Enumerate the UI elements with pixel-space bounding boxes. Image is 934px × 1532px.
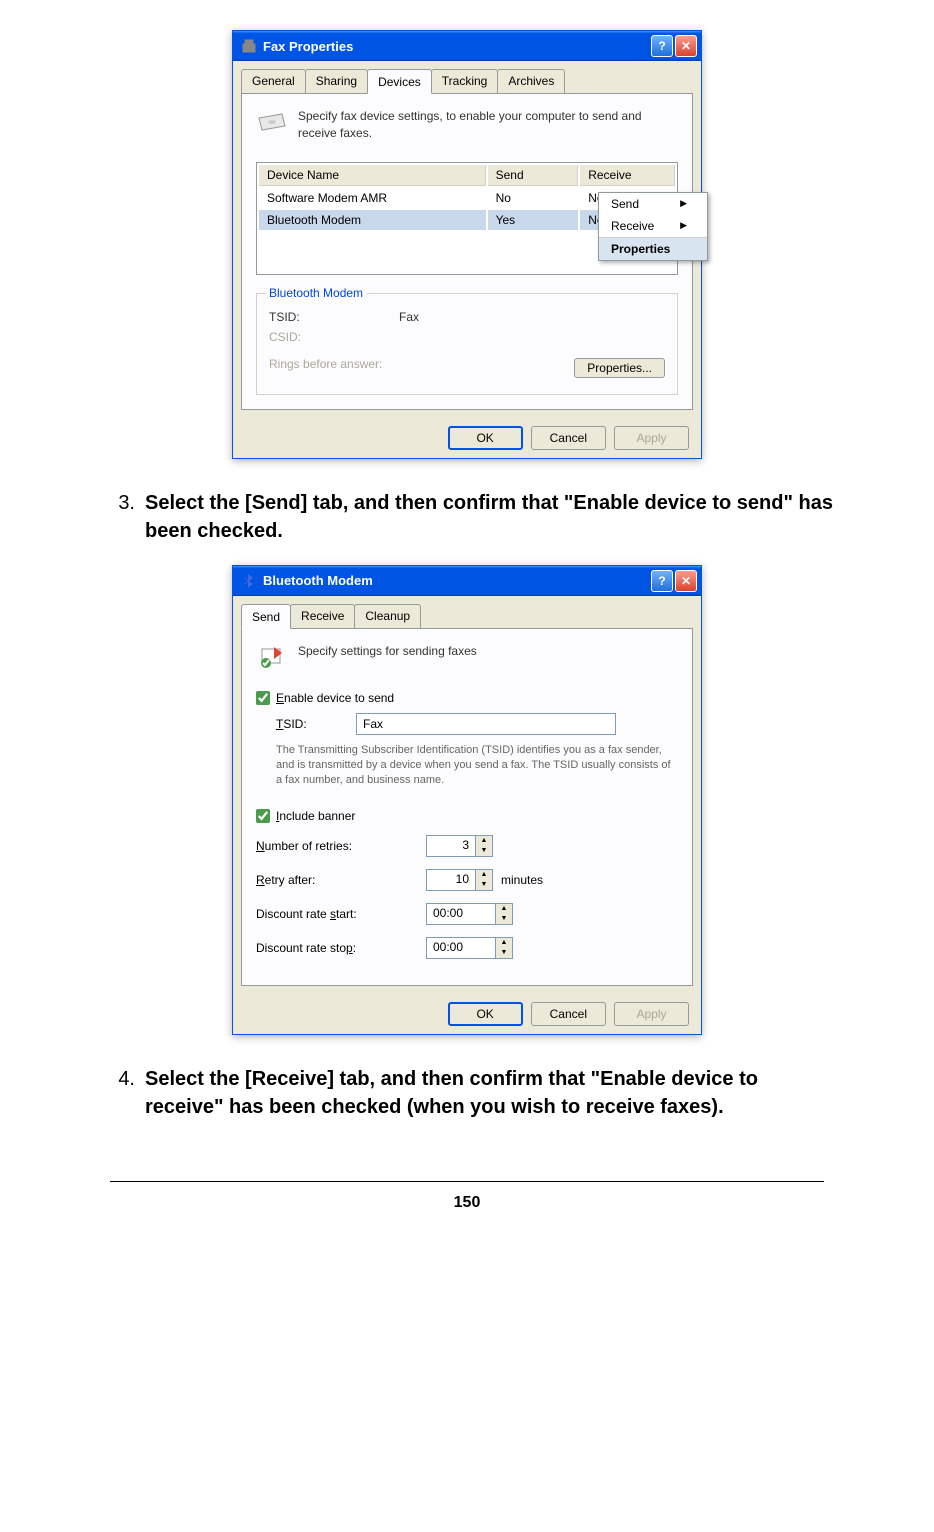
dialog-title: Fax Properties — [263, 39, 651, 54]
tsid-label: TSID: — [276, 717, 356, 731]
discount-start-label: Discount rate start: — [256, 907, 426, 921]
apply-button[interactable]: Apply — [614, 1002, 689, 1026]
chevron-up-icon: ▲ — [476, 870, 492, 880]
ok-button[interactable]: OK — [448, 426, 523, 450]
step-number: 3. — [100, 489, 145, 545]
chevron-up-icon: ▲ — [476, 836, 492, 846]
include-banner-label: Include banner — [276, 809, 355, 823]
chevron-right-icon: ▶ — [680, 198, 687, 209]
discount-start-spinner[interactable]: ▲▼ — [496, 903, 513, 925]
tabs-row: General Sharing Devices Tracking Archive… — [233, 61, 701, 93]
col-device-name[interactable]: Device Name — [259, 165, 486, 186]
groupbox-label: Bluetooth Modem — [265, 286, 367, 300]
tab-receive[interactable]: Receive — [290, 604, 355, 628]
info-text: Specify fax device settings, to enable y… — [298, 108, 678, 142]
retry-after-value[interactable]: 10 — [426, 869, 476, 891]
chevron-right-icon: ▶ — [680, 220, 687, 231]
bluetooth-icon — [241, 573, 257, 589]
properties-button[interactable]: Properties... — [574, 358, 665, 378]
chevron-down-icon: ▼ — [496, 914, 512, 924]
retries-label: Number of retries: — [256, 839, 426, 853]
rings-label: Rings before answer: — [269, 357, 399, 371]
col-receive[interactable]: Receive — [580, 165, 675, 186]
tab-devices[interactable]: Devices — [367, 69, 432, 94]
tab-send[interactable]: Send — [241, 604, 291, 629]
discount-stop-spinner[interactable]: ▲▼ — [496, 937, 513, 959]
tab-cleanup[interactable]: Cleanup — [354, 604, 421, 628]
retry-unit: minutes — [501, 873, 543, 887]
step-number: 4. — [100, 1065, 145, 1121]
apply-button[interactable]: Apply — [614, 426, 689, 450]
chevron-down-icon: ▼ — [496, 948, 512, 958]
fax-icon — [241, 38, 257, 54]
tab-tracking[interactable]: Tracking — [431, 69, 499, 93]
tsid-input[interactable] — [356, 713, 616, 735]
tab-general[interactable]: General — [241, 69, 306, 93]
step-3: 3. Select the [Send] tab, and then confi… — [100, 489, 834, 545]
menu-receive[interactable]: Receive ▶ — [599, 215, 707, 237]
step-text: Select the [Send] tab, and then confirm … — [145, 489, 834, 545]
tab-archives[interactable]: Archives — [497, 69, 565, 93]
retries-value[interactable]: 3 — [426, 835, 476, 857]
titlebar[interactable]: Fax Properties ? ✕ — [233, 31, 701, 61]
close-button[interactable]: ✕ — [675, 570, 697, 592]
tsid-value: Fax — [399, 310, 419, 324]
fax-properties-dialog: Fax Properties ? ✕ General Sharing Devic… — [232, 30, 702, 459]
menu-properties[interactable]: Properties — [599, 237, 707, 260]
ok-button[interactable]: OK — [448, 1002, 523, 1026]
step-text: Select the [Receive] tab, and then confi… — [145, 1065, 834, 1121]
dialog-title: Bluetooth Modem — [263, 573, 651, 588]
menu-send[interactable]: Send ▶ — [599, 193, 707, 215]
info-text: Specify settings for sending faxes — [298, 643, 477, 660]
tsid-description: The Transmitting Subscriber Identificati… — [276, 743, 678, 789]
bluetooth-modem-dialog: Bluetooth Modem ? ✕ Send Receive Cleanup… — [232, 565, 702, 1035]
page-number: 150 — [110, 1181, 824, 1212]
discount-stop-label: Discount rate stop: — [256, 941, 426, 955]
tsid-label: TSID: — [269, 310, 399, 324]
cancel-button[interactable]: Cancel — [531, 426, 606, 450]
enable-send-checkbox[interactable] — [256, 691, 270, 705]
fax-large-icon — [256, 108, 288, 136]
tabs-row: Send Receive Cleanup — [233, 596, 701, 628]
retry-after-spinner[interactable]: ▲▼ — [476, 869, 493, 891]
include-banner-checkbox[interactable] — [256, 809, 270, 823]
enable-send-label: Enable device to send — [276, 691, 394, 705]
close-button[interactable]: ✕ — [675, 35, 697, 57]
retry-after-label: Retry after: — [256, 873, 426, 887]
context-menu: Send ▶ Receive ▶ Properties — [598, 192, 708, 261]
titlebar[interactable]: Bluetooth Modem ? ✕ — [233, 566, 701, 596]
chevron-up-icon: ▲ — [496, 904, 512, 914]
chevron-down-icon: ▼ — [476, 846, 492, 856]
tab-sharing[interactable]: Sharing — [305, 69, 368, 93]
bluetooth-modem-groupbox: Bluetooth Modem TSID: Fax CSID: Rings be… — [256, 293, 678, 395]
send-icon — [256, 643, 288, 671]
chevron-up-icon: ▲ — [496, 938, 512, 948]
step-4: 4. Select the [Receive] tab, and then co… — [100, 1065, 834, 1121]
cancel-button[interactable]: Cancel — [531, 1002, 606, 1026]
col-send[interactable]: Send — [488, 165, 579, 186]
discount-stop-value[interactable]: 00:00 — [426, 937, 496, 959]
chevron-down-icon: ▼ — [476, 880, 492, 890]
help-button[interactable]: ? — [651, 35, 673, 57]
retries-spinner[interactable]: ▲▼ — [476, 835, 493, 857]
help-button[interactable]: ? — [651, 570, 673, 592]
discount-start-value[interactable]: 00:00 — [426, 903, 496, 925]
csid-label: CSID: — [269, 330, 399, 344]
